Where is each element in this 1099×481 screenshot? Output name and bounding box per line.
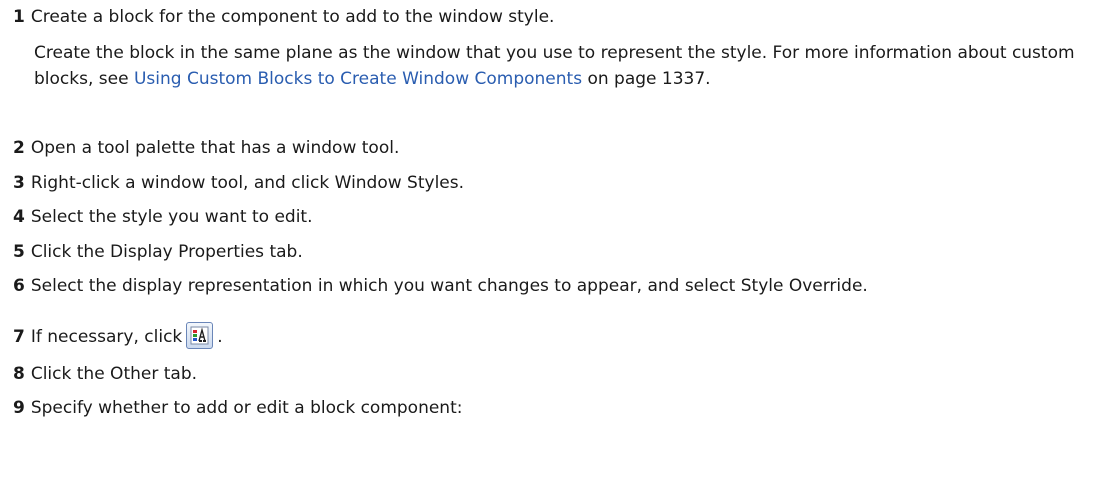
step-5: 5 Click the Display Properties tab. (13, 240, 303, 264)
step-text: If necessary, click (30, 327, 183, 347)
step-number: 4 (13, 207, 25, 227)
display-properties-icon-graphic (190, 326, 209, 345)
step-number: 7 (13, 327, 25, 347)
step-number: 9 (13, 398, 25, 418)
step-text-after: . (217, 327, 223, 347)
step-1: 1 Create a block for the component to add… (13, 5, 554, 29)
step-text: Specify whether to add or edit a block c… (30, 398, 463, 418)
step-text: Select the style you want to edit. (30, 207, 313, 227)
step-number: 5 (13, 242, 25, 262)
step-9: 9 Specify whether to add or edit a block … (13, 396, 462, 420)
step-8: 8 Click the Other tab. (13, 362, 197, 386)
step-number: 6 (13, 276, 25, 296)
step-number: 3 (13, 173, 25, 193)
step-number: 1 (13, 7, 25, 27)
step-6: 6 Select the display representation in wh… (13, 274, 868, 298)
step-text: Click the Display Properties tab. (30, 242, 303, 262)
step-1-detail: Create the block in the same plane as th… (34, 40, 1084, 92)
step-2: 2 Open a tool palette that has a window t… (13, 136, 399, 160)
step-7: 7 If necessary, click. (13, 322, 223, 349)
detail-text-after: on page 1337. (582, 69, 711, 89)
step-text: Open a tool palette that has a window to… (30, 138, 400, 158)
step-text: Select the display representation in whi… (30, 276, 868, 296)
step-text: Create a block for the component to add … (30, 7, 555, 27)
step-number: 8 (13, 364, 25, 384)
step-text: Right-click a window tool, and click Win… (30, 173, 465, 193)
custom-blocks-link[interactable]: Using Custom Blocks to Create Window Com… (134, 69, 582, 89)
step-4: 4 Select the style you want to edit. (13, 205, 312, 229)
display-properties-icon[interactable] (186, 322, 214, 349)
step-3: 3 Right-click a window tool, and click Wi… (13, 171, 464, 195)
step-number: 2 (13, 138, 25, 158)
step-text: Click the Other tab. (30, 364, 198, 384)
